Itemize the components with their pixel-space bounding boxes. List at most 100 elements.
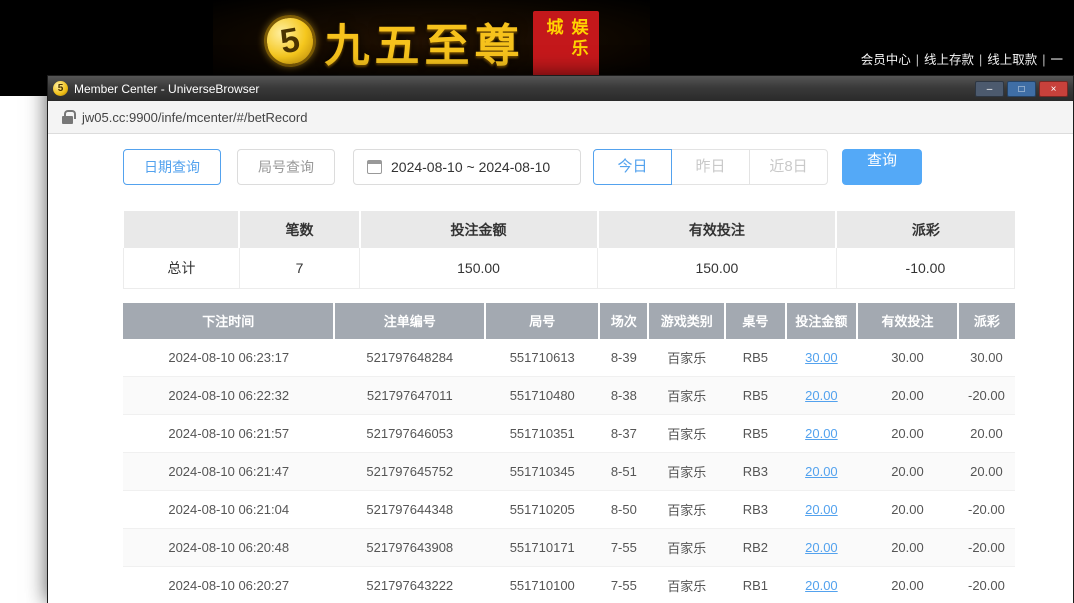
last8days-button[interactable]: 近8日 (749, 149, 828, 185)
nav-separator: | (916, 53, 919, 67)
bet-id-cell: 521797647011 (334, 377, 485, 415)
round-id-cell: 551710100 (485, 567, 599, 603)
site-logo-text: 九五至尊 (324, 9, 524, 74)
bet-table: 下注时间注单编号局号场次游戏类别桌号投注金额有效投注派彩 2024-08-10 … (123, 303, 1015, 603)
bet-table-header-row: 下注时间注单编号局号场次游戏类别桌号投注金额有效投注派彩 (123, 303, 1015, 339)
bet-amount-link[interactable]: 20.00 (805, 502, 838, 517)
game-type-cell: 百家乐 (648, 567, 725, 603)
bet-column-header: 游戏类别 (648, 303, 725, 339)
table-no-cell: RB1 (725, 567, 786, 603)
bet-row: 2024-08-10 06:22:32521797647011551710480… (123, 377, 1015, 415)
payout-cell: 20.00 (958, 453, 1015, 491)
bet-amount-cell: 20.00 (786, 415, 857, 453)
nav-link-member-center[interactable]: 会员中心 (861, 53, 911, 67)
date-query-button[interactable]: 日期查询 (123, 149, 221, 185)
address-bar[interactable]: jw05.cc:9900/infe/mcenter/#/betRecord (48, 101, 1073, 134)
today-button[interactable]: 今日 (593, 149, 672, 185)
url-text[interactable]: jw05.cc:9900/infe/mcenter/#/betRecord (82, 110, 307, 125)
game-type-cell: 百家乐 (648, 415, 725, 453)
bet-amount-link[interactable]: 20.00 (805, 426, 838, 441)
search-button[interactable]: 查询 (842, 149, 922, 185)
bet-id-cell: 521797643222 (334, 567, 485, 603)
session-cell: 8-37 (599, 415, 648, 453)
game-type-cell: 百家乐 (648, 453, 725, 491)
bet-time-cell: 2024-08-10 06:21:04 (123, 491, 334, 529)
yesterday-button[interactable]: 昨日 (671, 149, 750, 185)
session-cell: 7-55 (599, 567, 648, 603)
window-controls: – □ × (975, 81, 1068, 97)
round-id-cell: 551710345 (485, 453, 599, 491)
bet-table-body: 2024-08-10 06:23:17521797648284551710613… (123, 339, 1015, 603)
minimize-button[interactable]: – (975, 81, 1004, 97)
gold-coin-icon: 5 (260, 11, 320, 71)
site-logo: 5 九五至尊 娱乐城 (213, 0, 650, 82)
summary-valid-bet: 150.00 (598, 248, 837, 288)
bet-amount-link[interactable]: 20.00 (805, 540, 838, 555)
valid-bet-cell: 20.00 (857, 491, 958, 529)
bet-column-header: 桌号 (725, 303, 786, 339)
maximize-button[interactable]: □ (1007, 81, 1036, 97)
bet-id-cell: 521797645752 (334, 453, 485, 491)
summary-header-count: 笔数 (239, 211, 359, 248)
bet-row: 2024-08-10 06:23:17521797648284551710613… (123, 339, 1015, 377)
date-range-value: 2024-08-10 ~ 2024-08-10 (391, 159, 550, 175)
browser-window: 5 Member Center - UniverseBrowser – □ × … (47, 75, 1074, 603)
payout-cell: 30.00 (958, 339, 1015, 377)
bet-amount-link[interactable]: 20.00 (805, 464, 838, 479)
payout-cell: -20.00 (958, 377, 1015, 415)
bet-id-cell: 521797648284 (334, 339, 485, 377)
bet-amount-link[interactable]: 30.00 (805, 350, 838, 365)
table-no-cell: RB3 (725, 453, 786, 491)
bet-amount-cell: 20.00 (786, 453, 857, 491)
summary-table: 笔数 投注金额 有效投注 派彩 总计 7 150.00 150.00 -10.0… (123, 211, 1015, 289)
bet-id-cell: 521797643908 (334, 529, 485, 567)
payout-cell: 20.00 (958, 415, 1015, 453)
bet-row: 2024-08-10 06:20:27521797643222551710100… (123, 567, 1015, 603)
session-cell: 8-50 (599, 491, 648, 529)
bet-amount-cell: 20.00 (786, 567, 857, 603)
summary-header-payout: 派彩 (836, 211, 1014, 248)
round-id-cell: 551710351 (485, 415, 599, 453)
calendar-icon (367, 160, 382, 174)
bet-time-cell: 2024-08-10 06:22:32 (123, 377, 334, 415)
page-content: 日期查询 局号查询 2024-08-10 ~ 2024-08-10 今日 昨日 … (48, 134, 1073, 603)
date-range-input[interactable]: 2024-08-10 ~ 2024-08-10 (353, 149, 581, 185)
nav-link-withdraw[interactable]: 线上取款 (987, 53, 1037, 67)
bet-amount-link[interactable]: 20.00 (805, 578, 838, 593)
round-id-cell: 551710613 (485, 339, 599, 377)
valid-bet-cell: 20.00 (857, 377, 958, 415)
game-type-cell: 百家乐 (648, 491, 725, 529)
valid-bet-cell: 20.00 (857, 453, 958, 491)
table-no-cell: RB5 (725, 377, 786, 415)
bet-column-header: 派彩 (958, 303, 1015, 339)
round-id-cell: 551710171 (485, 529, 599, 567)
bet-column-header: 下注时间 (123, 303, 334, 339)
close-button[interactable]: × (1039, 81, 1068, 97)
bet-row: 2024-08-10 06:21:04521797644348551710205… (123, 491, 1015, 529)
round-query-button[interactable]: 局号查询 (237, 149, 335, 185)
nav-separator: | (979, 53, 982, 67)
valid-bet-cell: 20.00 (857, 529, 958, 567)
bet-amount-link[interactable]: 20.00 (805, 388, 838, 403)
bet-time-cell: 2024-08-10 06:21:57 (123, 415, 334, 453)
bet-time-cell: 2024-08-10 06:21:47 (123, 453, 334, 491)
window-app-icon: 5 (53, 81, 68, 96)
nav-link-truncated[interactable]: 一 (1050, 53, 1063, 67)
window-titlebar[interactable]: 5 Member Center - UniverseBrowser – □ × (48, 76, 1073, 101)
table-no-cell: RB5 (725, 339, 786, 377)
session-cell: 7-55 (599, 529, 648, 567)
summary-payout: -10.00 (836, 248, 1014, 288)
bet-column-header: 注单编号 (334, 303, 485, 339)
nav-link-deposit[interactable]: 线上存款 (924, 53, 974, 67)
session-cell: 8-38 (599, 377, 648, 415)
summary-header-row: 笔数 投注金额 有效投注 派彩 (124, 211, 1015, 248)
bet-row: 2024-08-10 06:20:48521797643908551710171… (123, 529, 1015, 567)
valid-bet-cell: 20.00 (857, 415, 958, 453)
bet-column-header: 投注金额 (786, 303, 857, 339)
bet-time-cell: 2024-08-10 06:20:27 (123, 567, 334, 603)
game-type-cell: 百家乐 (648, 529, 725, 567)
site-logo-badge: 娱乐城 (533, 11, 599, 85)
payout-cell: -20.00 (958, 491, 1015, 529)
bet-amount-cell: 30.00 (786, 339, 857, 377)
valid-bet-cell: 20.00 (857, 567, 958, 603)
